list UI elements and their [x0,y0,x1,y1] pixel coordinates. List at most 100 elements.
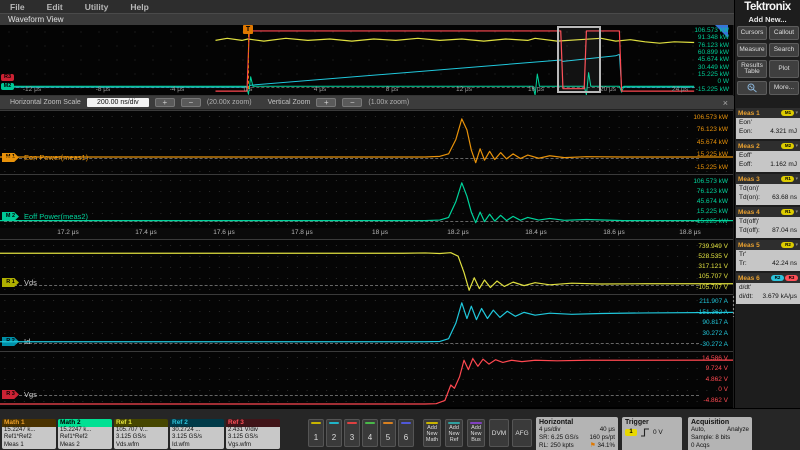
search-button[interactable]: Search [769,43,799,57]
chevron-down-icon[interactable]: ▾ [795,110,798,116]
overview-trace-red [0,25,733,95]
eoff-power-label: Eoff Power(meas2) [24,212,88,221]
trigger-settings-panel[interactable]: Trigger 1 0 V [622,417,682,450]
h-zoom-minus-button[interactable]: − [181,98,201,107]
math2-waveform-badge[interactable]: Math 2 15.2247 k... Ref1*Ref2 Meas 2 [58,419,112,449]
zero-line [4,395,699,396]
ref1-waveform-badge[interactable]: Ref 1 105.707 V... 3.125 GS/s Vds.wfm [114,419,168,449]
v-zoom-minus-button[interactable]: − [342,98,362,107]
source-badge: M2 [781,143,794,149]
plot-id[interactable]: R 2 Id 211.907 A 151.362 A 90.817 A 30.2… [0,294,733,351]
source-badge: R2 [781,242,794,248]
zero-line [4,221,699,222]
ref2-waveform-badge[interactable]: Ref 2 30.2724 ... 3.125 GS/s Id.wfm [170,419,224,449]
channel-3-button[interactable]: 3 [344,419,360,447]
h-zoom-factor: (20.00x zoom) [207,99,252,106]
meas-5-card[interactable]: Meas 5 R2 ▾ Tr' Tr:42.24 ns [736,240,800,271]
chevron-down-icon[interactable]: ▾ [795,209,798,215]
afg-button[interactable]: AFG [512,419,532,447]
channel-color-strip [311,422,321,424]
close-icon[interactable]: × [723,98,728,108]
overview-x-label: 8 μs [372,86,412,93]
source-badge: R1 [781,176,794,182]
meas-value: 1.162 mJ [770,161,797,168]
channel-4-button[interactable]: 4 [362,419,378,447]
overview-x-label: 20 μs [588,86,628,93]
vds-label: Vds [24,278,37,287]
channel-5-button[interactable]: 5 [380,419,396,447]
horizontal-zoom-scale-input[interactable]: 200.00 ns/div [87,98,149,107]
zero-line [4,343,699,344]
math1-waveform-badge[interactable]: Math 1 15.2247 k... Ref1*Ref2 Meas 1 [2,419,56,449]
cursors-button[interactable]: Cursors [737,26,767,40]
add-new-buttons: Cursors Callout Measure Search Results T… [737,26,799,95]
v-zoom-factor: (1.00x zoom) [368,99,409,106]
add-new-heading: Add New... [735,15,800,24]
oscilloscope-screen: File Edit Utility Help Waveform View T R… [0,0,800,450]
math1-badge[interactable]: M 1 [2,153,19,162]
ref3-badge[interactable]: R 3 [2,390,19,399]
zero-line [4,158,699,159]
trigger-marker-icon[interactable]: T [243,25,253,34]
plot-button[interactable]: Plot [769,60,799,78]
source-badge: R1 [781,209,794,215]
chevron-down-icon[interactable]: ▾ [795,143,798,149]
menu-help[interactable]: Help [130,2,148,12]
meas-4-card[interactable]: Meas 4 R1 ▾ Td(off)' Td(off):87.04 ns [736,207,800,238]
ref3-waveform-badge[interactable]: Ref 3 2.431 V/div 3.125 GS/s Vgs.wfm [226,419,280,449]
overview-x-label: 12 μs [444,86,484,93]
overview-x-label: -4 μs [157,86,197,93]
tab-waveform-view[interactable]: Waveform View [0,15,64,24]
overview-plot[interactable]: T R3 M2 -12 μs -8 μs -4 μs 0 s 4 μs 8 μs… [0,25,733,96]
meas-value: 87.04 ns [772,227,797,234]
zoom-tool-button[interactable] [737,81,767,95]
math2-badge[interactable]: M 2 [2,212,19,221]
channel-6-button[interactable]: 6 [398,419,414,447]
plot-vds[interactable]: R 1 Vds 739.949 V 528.535 V 317.121 V 10… [0,239,733,294]
zoom-region-box[interactable] [557,26,601,93]
channel-color-strip [329,422,339,424]
source-badge: R2 [771,275,784,281]
tab-bar: Waveform View [0,13,734,25]
zoomed-plots: M 1 Eon Power(meas1) 106.573 kW 76.123 k… [0,110,733,408]
y-axis: 211.907 A 151.362 A 90.817 A 30.272 A -3… [699,295,728,351]
dvm-button[interactable]: DVM [489,419,509,447]
channel-1-button[interactable]: 1 [308,419,324,447]
overview-badge-r3[interactable]: R3 [1,74,14,81]
v-zoom-plus-button[interactable]: + [316,98,336,107]
overview-x-label: -8 μs [83,86,123,93]
plot-eon-power[interactable]: M 1 Eon Power(meas1) 106.573 kW 76.123 k… [0,110,733,174]
meas-3-card[interactable]: Meas 3 R1 ▾ Td(on)' Td(on):63.68 ns [736,174,800,205]
measure-button[interactable]: Measure [737,43,767,57]
zoom-x-axis: 17.2 μs 17.4 μs 17.6 μs 17.8 μs 18 μs 18… [0,228,733,239]
results-table-button[interactable]: Results Table [737,60,767,78]
acquisition-settings-panel[interactable]: Acquisition Auto,Analyze Sample: 8 bits … [688,417,752,450]
meas-1-card[interactable]: Meas 1 M1 ▾ Eon' Eon:4.321 mJ [736,108,800,139]
chevron-down-icon[interactable]: ▾ [795,242,798,248]
meas-value: 63.68 ns [772,194,797,201]
callout-button[interactable]: Callout [769,26,799,40]
ref2-badge[interactable]: R 2 [2,337,19,346]
add-new-bus-button[interactable]: Add New Bus [467,419,485,447]
zoom-control-bar: Horizontal Zoom Scale 200.00 ns/div + − … [0,96,734,110]
tektronix-logo: Tektronix [735,1,800,13]
horizontal-settings-panel[interactable]: Horizontal 4 μs/div40 μs SR: 6.25 GS/s16… [536,417,618,450]
menu-bar: File Edit Utility Help [0,0,734,13]
add-new-ref-button[interactable]: Add New Ref [445,419,463,447]
trigger-position-line [248,34,249,89]
meas-2-card[interactable]: Meas 2 M2 ▾ Eoff' Eoff:1.162 mJ [736,141,800,172]
channel-2-button[interactable]: 2 [326,419,342,447]
h-zoom-plus-button[interactable]: + [155,98,175,107]
chevron-down-icon[interactable]: ▾ [795,176,798,182]
menu-edit[interactable]: Edit [47,2,63,12]
add-new-math-button[interactable]: Add New Math [423,419,441,447]
more-button[interactable]: More... [769,81,799,95]
menu-file[interactable]: File [10,2,25,12]
id-label: Id [24,337,30,346]
zero-line [4,285,699,286]
menu-utility[interactable]: Utility [85,2,109,12]
plot-vgs[interactable]: R 3 Vgs 14.586 V 9.724 V 4.862 V 0 V -4.… [0,351,733,407]
plot-eoff-power[interactable]: M 2 Eoff Power(meas2) 106.573 kW 76.123 … [0,174,733,228]
meas-6-card[interactable]: Meas 6 R2 R3 d/dt' di/dt:3.679 kA/μs [736,273,800,304]
panel-splitter-grip[interactable] [732,295,735,317]
